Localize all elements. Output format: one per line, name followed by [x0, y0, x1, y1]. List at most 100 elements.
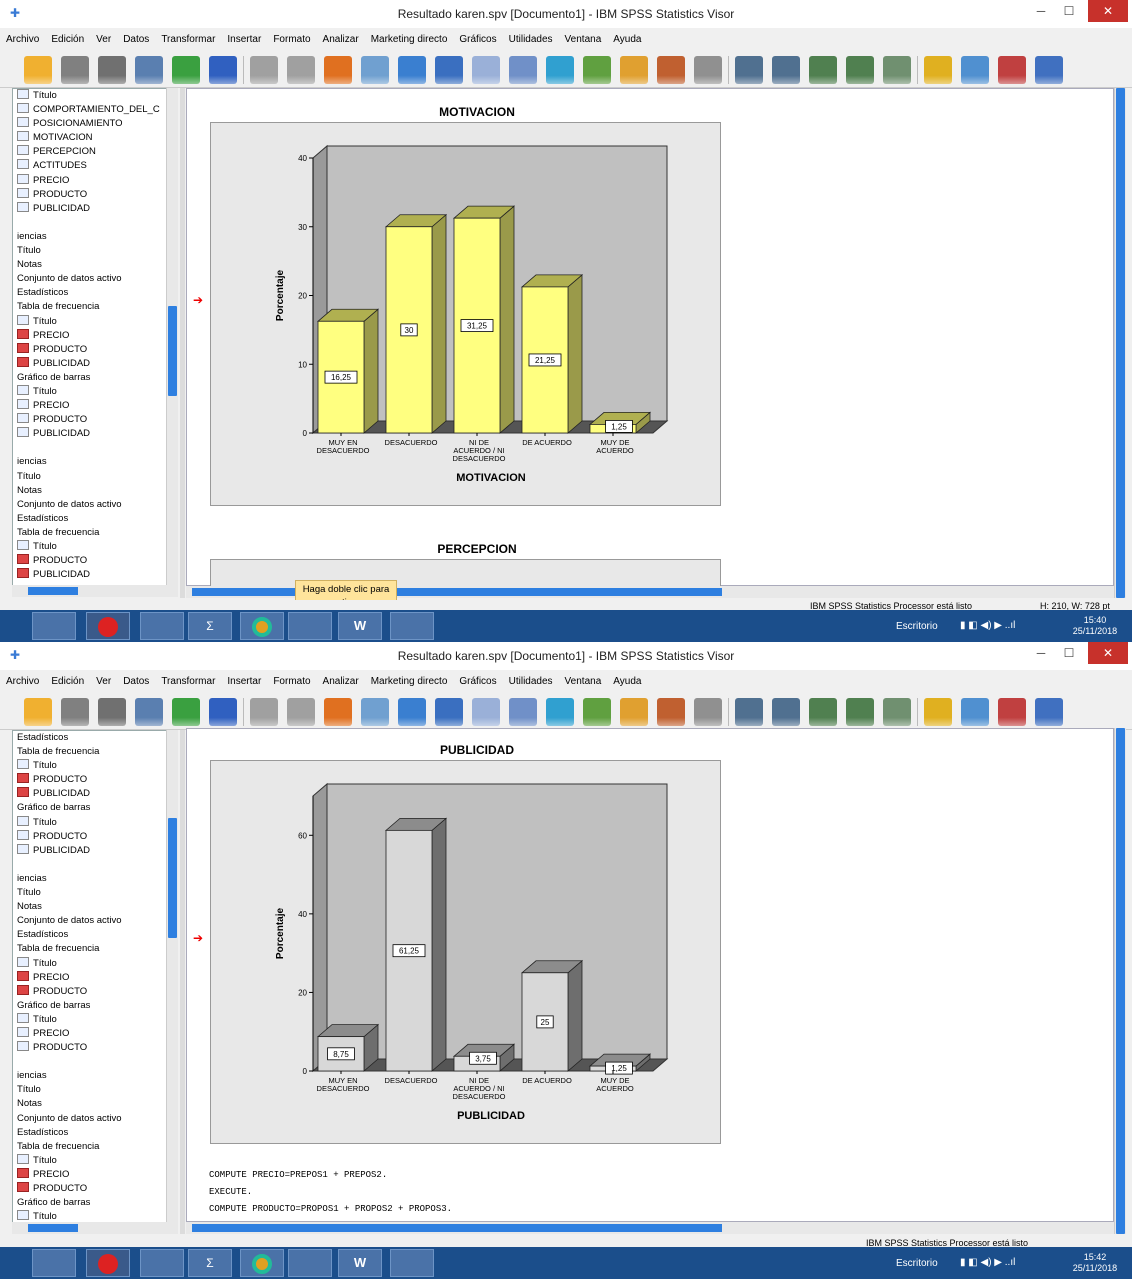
taskbar-word-icon[interactable]: [288, 612, 332, 640]
output-hscrollbar[interactable]: [186, 1222, 1114, 1234]
pane-divider[interactable]: [180, 730, 185, 1234]
output-pane[interactable]: PUBLICIDAD ➔ 0 20 40 60 Porcentaje 8,75 MUY EN…: [186, 728, 1114, 1222]
outline-item[interactable]: Gráfico de barras: [13, 801, 177, 815]
export-icon[interactable]: [172, 56, 200, 84]
outline-item[interactable]: Título: [13, 759, 177, 773]
outline-item[interactable]: PUBLICIDAD: [13, 843, 177, 858]
redo-icon[interactable]: [287, 56, 315, 84]
outline-item[interactable]: [13, 858, 177, 872]
chart-motivacion[interactable]: 0 10 20 30 40 Porcentaje 16,25 MUY EN DESACUERDO…: [210, 122, 721, 506]
outline-item[interactable]: Conjunto de datos activo: [13, 914, 177, 928]
recall-dialog-icon[interactable]: [209, 56, 237, 84]
insert-title-icon[interactable]: [998, 698, 1026, 726]
chart-publicidad[interactable]: 0 20 40 60 Porcentaje 8,75 MUY EN DESACUERDO 61,…: [210, 760, 721, 1144]
output-scrollbar[interactable]: [1114, 728, 1126, 1234]
back-icon[interactable]: [735, 56, 763, 84]
outline-item[interactable]: Estadísticos: [13, 512, 177, 526]
outline-item[interactable]: Título: [13, 1153, 177, 1168]
insert-title-icon[interactable]: [998, 56, 1026, 84]
open-icon[interactable]: [24, 56, 52, 84]
taskbar-folder-icon[interactable]: [390, 612, 434, 640]
outline-item[interactable]: Tabla de frecuencia: [13, 745, 177, 759]
select-cases-icon[interactable]: [546, 56, 574, 84]
taskbar-ie-icon[interactable]: [140, 1249, 184, 1277]
menu-item[interactable]: Ver: [90, 32, 117, 45]
clock[interactable]: 15:42 25/11/2018: [1068, 1252, 1122, 1274]
designated-window-icon[interactable]: [694, 698, 722, 726]
menu-item[interactable]: Gráficos: [453, 32, 502, 45]
find-icon[interactable]: [509, 56, 537, 84]
menu-item[interactable]: Utilidades: [503, 674, 559, 687]
script-icon[interactable]: [657, 698, 685, 726]
outline-pane[interactable]: Estadísticos Tabla de frecuencia Título PRO…: [12, 730, 178, 1228]
outline-item[interactable]: PRODUCTO: [13, 829, 177, 844]
edit-icon[interactable]: [620, 698, 648, 726]
menu-item[interactable]: Archivo: [0, 32, 45, 45]
outline-item[interactable]: MOTIVACION: [13, 131, 177, 145]
outline-item[interactable]: Gráfico de barras: [13, 999, 177, 1013]
outline-item[interactable]: Conjunto de datos activo: [13, 272, 177, 286]
outline-item[interactable]: PUBLICIDAD: [13, 201, 177, 216]
taskbar-ie-icon[interactable]: [140, 612, 184, 640]
menu-item[interactable]: Formato: [267, 674, 316, 687]
find-icon[interactable]: [509, 698, 537, 726]
output-hscroll-thumb[interactable]: [192, 1224, 722, 1232]
outline-item[interactable]: COMPORTAMIENTO_DEL_C: [13, 103, 177, 117]
tray-icons[interactable]: ▮ ◧ ◀) ▶ ..ıl: [960, 620, 1015, 631]
hide-icon[interactable]: [924, 698, 952, 726]
taskbar-word2-icon[interactable]: W: [338, 612, 382, 640]
value-labels-icon[interactable]: [583, 56, 611, 84]
taskbar-explorer-icon[interactable]: [32, 1249, 76, 1277]
outline-hscroll-thumb[interactable]: [28, 587, 78, 595]
data-icon[interactable]: [435, 698, 463, 726]
menu-item[interactable]: Edición: [45, 674, 90, 687]
outline-item[interactable]: Título: [13, 956, 177, 971]
outline-item[interactable]: Estadísticos: [13, 286, 177, 300]
clock[interactable]: 15:40 25/11/2018: [1068, 615, 1122, 637]
outline-hscrollbar[interactable]: [12, 585, 178, 597]
print-preview-icon[interactable]: [135, 56, 163, 84]
outline-item[interactable]: Notas: [13, 484, 177, 498]
maximize-button[interactable]: ☐: [1054, 642, 1084, 664]
variables-icon[interactable]: [398, 698, 426, 726]
outline-scroll-thumb[interactable]: [168, 818, 177, 938]
outline-item[interactable]: iencias: [13, 455, 177, 469]
outline-item[interactable]: PUBLICIDAD: [13, 356, 177, 371]
outline-item[interactable]: PRECIO: [13, 328, 177, 343]
menu-item[interactable]: Analizar: [317, 32, 365, 45]
outline-item[interactable]: Título: [13, 1012, 177, 1027]
outline-item[interactable]: Conjunto de datos activo: [13, 498, 177, 512]
outline-item[interactable]: Título: [13, 384, 177, 399]
forward-icon[interactable]: [772, 698, 800, 726]
print-preview-icon[interactable]: [135, 698, 163, 726]
output-scroll-thumb[interactable]: [1116, 88, 1125, 598]
insert-text-icon[interactable]: [1035, 56, 1063, 84]
pane-divider[interactable]: [180, 88, 185, 598]
outline-item[interactable]: PRODUCTO: [13, 1182, 177, 1196]
outline-item[interactable]: PRODUCTO: [13, 342, 177, 357]
edit-icon[interactable]: [620, 56, 648, 84]
show-icon[interactable]: [883, 56, 911, 84]
menu-item[interactable]: Transformar: [155, 674, 221, 687]
outline-item[interactable]: iencias: [13, 872, 177, 886]
outline-item[interactable]: Título: [13, 89, 177, 103]
outline-item[interactable]: Notas: [13, 900, 177, 914]
show-icon[interactable]: [883, 698, 911, 726]
outline-scroll-thumb[interactable]: [168, 306, 177, 396]
menu-item[interactable]: Insertar: [221, 674, 267, 687]
hide-icon[interactable]: [924, 56, 952, 84]
export-icon[interactable]: [172, 698, 200, 726]
taskbar-desktop-label[interactable]: Escritorio: [896, 1258, 938, 1269]
outline-item[interactable]: [13, 1055, 177, 1069]
outline-item[interactable]: PRECIO: [13, 173, 177, 188]
chart-icon[interactable]: [472, 56, 500, 84]
outline-item[interactable]: PRODUCTO: [13, 984, 177, 999]
menu-item[interactable]: Ventana: [559, 32, 608, 45]
taskbar-app-icon[interactable]: [86, 1249, 130, 1277]
outline-item[interactable]: PRECIO: [13, 399, 177, 413]
save-icon[interactable]: [61, 698, 89, 726]
outline-item[interactable]: Título: [13, 540, 177, 554]
outline-item[interactable]: PUBLICIDAD: [13, 787, 177, 801]
expand-icon[interactable]: [809, 698, 837, 726]
taskbar-spss-icon[interactable]: Σ: [188, 612, 232, 640]
